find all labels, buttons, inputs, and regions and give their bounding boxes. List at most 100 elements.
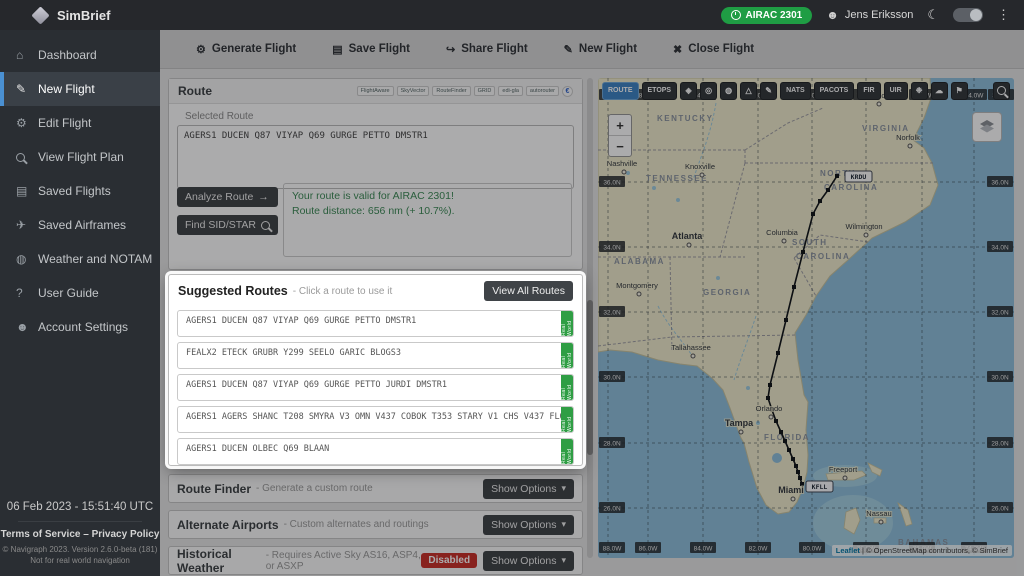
suggested-route-row-1[interactable]: AGERS1 DUCEN Q87 VIYAP Q69 GURGE PETTO D… — [177, 310, 574, 337]
sidebar-item-saved-flights[interactable]: ▤Saved Flights — [0, 174, 160, 208]
show-options-button[interactable]: Show Options▾ — [483, 479, 574, 499]
route-panel-title: Route — [178, 84, 212, 98]
new-flight-button[interactable]: ✎New Flight — [554, 39, 647, 60]
magnifier-icon — [16, 153, 38, 162]
user-icon: ☻ — [16, 320, 38, 334]
route-actions: Analyze Route → Find SID/STAR — [177, 187, 278, 235]
partner-logo-skyvector[interactable]: SkyVector — [397, 86, 430, 96]
map-btn-target-icon[interactable]: ◎ — [700, 82, 717, 100]
svg-text:Nassau: Nassau — [866, 509, 891, 518]
sidebar-item-saved-airframes[interactable]: ✈Saved Airframes — [0, 208, 160, 242]
content-scrollbar[interactable] — [587, 78, 593, 558]
zoom-out-button[interactable]: − — [609, 136, 631, 156]
sidebar-item-user-guide[interactable]: ?User Guide — [0, 276, 160, 310]
terms-link[interactable]: Terms of Service — [1, 529, 81, 540]
partner-logo-autorouter[interactable]: autorouter — [526, 86, 559, 96]
suggested-routes-title: Suggested Routes — [178, 284, 288, 298]
close-icon: ✖ — [673, 43, 682, 56]
sidebar-item-account-settings[interactable]: ☻Account Settings — [0, 310, 160, 344]
user-menu[interactable]: ☻ Jens Eriksson — [826, 8, 913, 22]
svg-text:34.0N: 34.0N — [603, 245, 621, 252]
privacy-link[interactable]: Privacy Policy — [92, 529, 160, 540]
utc-clock: 06 Feb 2023 - 15:51:40 UTC — [0, 501, 160, 513]
generate-flight-button[interactable]: ⚙Generate Flight — [186, 39, 306, 60]
map-btn-droplet-icon[interactable]: ❉ — [911, 82, 928, 100]
partner-logo-grid[interactable]: GRID — [474, 86, 496, 96]
map-btn-triangle-icon[interactable]: △ — [740, 82, 757, 100]
find-sidstar-button[interactable]: Find SID/STAR — [177, 215, 278, 235]
partner-logo-flightaware[interactable]: FlightAware — [357, 86, 394, 96]
map-btn-nats[interactable]: NATS — [780, 82, 811, 100]
panel-column: Route FlightAwareSkyVectorRouteFinder GRI… — [168, 78, 583, 576]
real-world-badge: Real World — [561, 375, 573, 400]
sidebar-item-dashboard[interactable]: ⌂Dashboard — [0, 38, 160, 72]
airac-badge[interactable]: AIRAC 2301 — [721, 7, 813, 24]
map-layers-control[interactable] — [972, 112, 1002, 142]
map-toolbar: ROUTEETOPS◈◎◍△✎NATSPACOTSFIRUIR❉☁⚑ — [602, 82, 1010, 99]
svg-text:Wilmington: Wilmington — [845, 222, 882, 231]
show-options-label: Show Options — [491, 555, 556, 567]
section-title: Route Finder — [177, 482, 251, 496]
suggested-route-row-3[interactable]: AGERS1 DUCEN Q87 VIYAP Q69 GURGE PETTO J… — [177, 374, 574, 401]
sidebar-item-weather-and-notam[interactable]: ◍Weather and NOTAM — [0, 242, 160, 276]
suggested-route-row-2[interactable]: FEALX2 ETECK GRUBR Y299 SEELO GARIC BLOG… — [177, 342, 574, 369]
map-btn-fir[interactable]: FIR — [857, 82, 880, 100]
sidebar-item-label: Edit Flight — [38, 116, 91, 130]
map-btn-globe-icon[interactable]: ◍ — [720, 82, 737, 100]
map-btn-uir[interactable]: UIR — [884, 82, 908, 100]
route-panel: Route FlightAwareSkyVectorRouteFinder GRI… — [168, 78, 583, 270]
svg-text:GEORGIA: GEORGIA — [703, 288, 751, 297]
svg-text:ALABAMA: ALABAMA — [614, 257, 665, 266]
partner-logo-edi-gla[interactable]: edi-gla — [498, 86, 523, 96]
toolbar-button-label: Close Flight — [688, 43, 754, 55]
suggested-route-row-4[interactable]: AGERS1 AGERS SHANC T208 SMYRA V3 OMN V43… — [177, 406, 574, 433]
sidebar-item-view-flight-plan[interactable]: View Flight Plan — [0, 140, 160, 174]
svg-text:34.0N: 34.0N — [991, 245, 1009, 252]
gear-icon: ⚙ — [16, 116, 38, 130]
dark-mode-toggle[interactable] — [953, 8, 983, 22]
map-btn-etops[interactable]: ETOPS — [642, 82, 678, 100]
selected-route-input[interactable]: AGERS1 DUCEN Q87 VIYAP Q69 GURGE PETTO D… — [177, 125, 574, 189]
svg-text:VIRGINIA: VIRGINIA — [862, 124, 910, 133]
svg-text:26.0N: 26.0N — [603, 506, 621, 513]
svg-text:28.0N: 28.0N — [603, 441, 621, 448]
sidebar-item-edit-flight[interactable]: ⚙Edit Flight — [0, 106, 160, 140]
map-btn-pacots[interactable]: PACOTS — [814, 82, 855, 100]
dark-mode-moon-icon: ☾ — [927, 7, 939, 23]
leaflet-link[interactable]: Leaflet — [836, 546, 860, 555]
suggested-route-text: AGERS1 DUCEN OLBEC Q69 BLAAN — [178, 439, 573, 454]
close-flight-button[interactable]: ✖ Close Flight — [663, 39, 764, 60]
svg-text:KRDU: KRDU — [851, 173, 867, 181]
map-search-button[interactable] — [993, 82, 1010, 100]
sidebar-item-label: New Flight — [38, 82, 95, 96]
partner-logo-routefinder[interactable]: RouteFinder — [432, 86, 470, 96]
svg-text:32.0N: 32.0N — [991, 310, 1009, 317]
map-btn-pencil-icon[interactable]: ✎ — [760, 82, 777, 100]
top-navbar: SimBrief AIRAC 2301 ☻ Jens Eriksson ☾ ⋮ — [0, 0, 1024, 30]
partner-logo-[interactable]: € — [562, 86, 573, 97]
scrollbar-thumb[interactable] — [587, 300, 593, 455]
validation-line2: Route distance: 656 nm (+ 10.7%). — [292, 204, 563, 219]
map-btn-flag-icon[interactable]: ⚑ — [951, 82, 968, 100]
kebab-menu-icon[interactable]: ⋮ — [997, 7, 1010, 23]
view-all-routes-button[interactable]: View All Routes — [484, 281, 573, 301]
show-options-button[interactable]: Show Options▾ — [483, 515, 574, 535]
map-btn-cloud-icon[interactable]: ☁ — [931, 82, 948, 100]
map-btn-tag-icon[interactable]: ◈ — [680, 82, 697, 100]
suggested-route-text: FEALX2 ETECK GRUBR Y299 SEELO GARIC BLOG… — [178, 343, 573, 358]
zoom-in-button[interactable]: + — [609, 115, 631, 136]
save-flight-button[interactable]: ▤Save Flight — [322, 39, 420, 60]
suggested-route-text: AGERS1 DUCEN Q87 VIYAP Q69 GURGE PETTO J… — [178, 375, 573, 390]
suggested-route-row-5[interactable]: AGERS1 DUCEN OLBEC Q69 BLAANReal World — [177, 438, 574, 465]
share-flight-button[interactable]: ↪Share Flight — [436, 39, 538, 60]
map-btn-route[interactable]: ROUTE — [602, 82, 639, 100]
selected-route-label: Selected Route — [185, 111, 582, 122]
analyze-route-button[interactable]: Analyze Route → — [177, 187, 278, 207]
svg-text:KENTUCKY: KENTUCKY — [657, 114, 713, 123]
chevron-down-icon: ▾ — [561, 483, 566, 494]
route-map[interactable]: KENTUCKYVIRGINIATENNESSEENORTHCAROLINASO… — [598, 78, 1014, 558]
show-options-button[interactable]: Show Options▾ — [483, 551, 574, 571]
map-canvas: KENTUCKYVIRGINIATENNESSEENORTHCAROLINASO… — [598, 78, 1014, 558]
sidebar-item-new-flight[interactable]: ✎New Flight — [0, 72, 160, 106]
svg-text:36.0N: 36.0N — [603, 180, 621, 187]
